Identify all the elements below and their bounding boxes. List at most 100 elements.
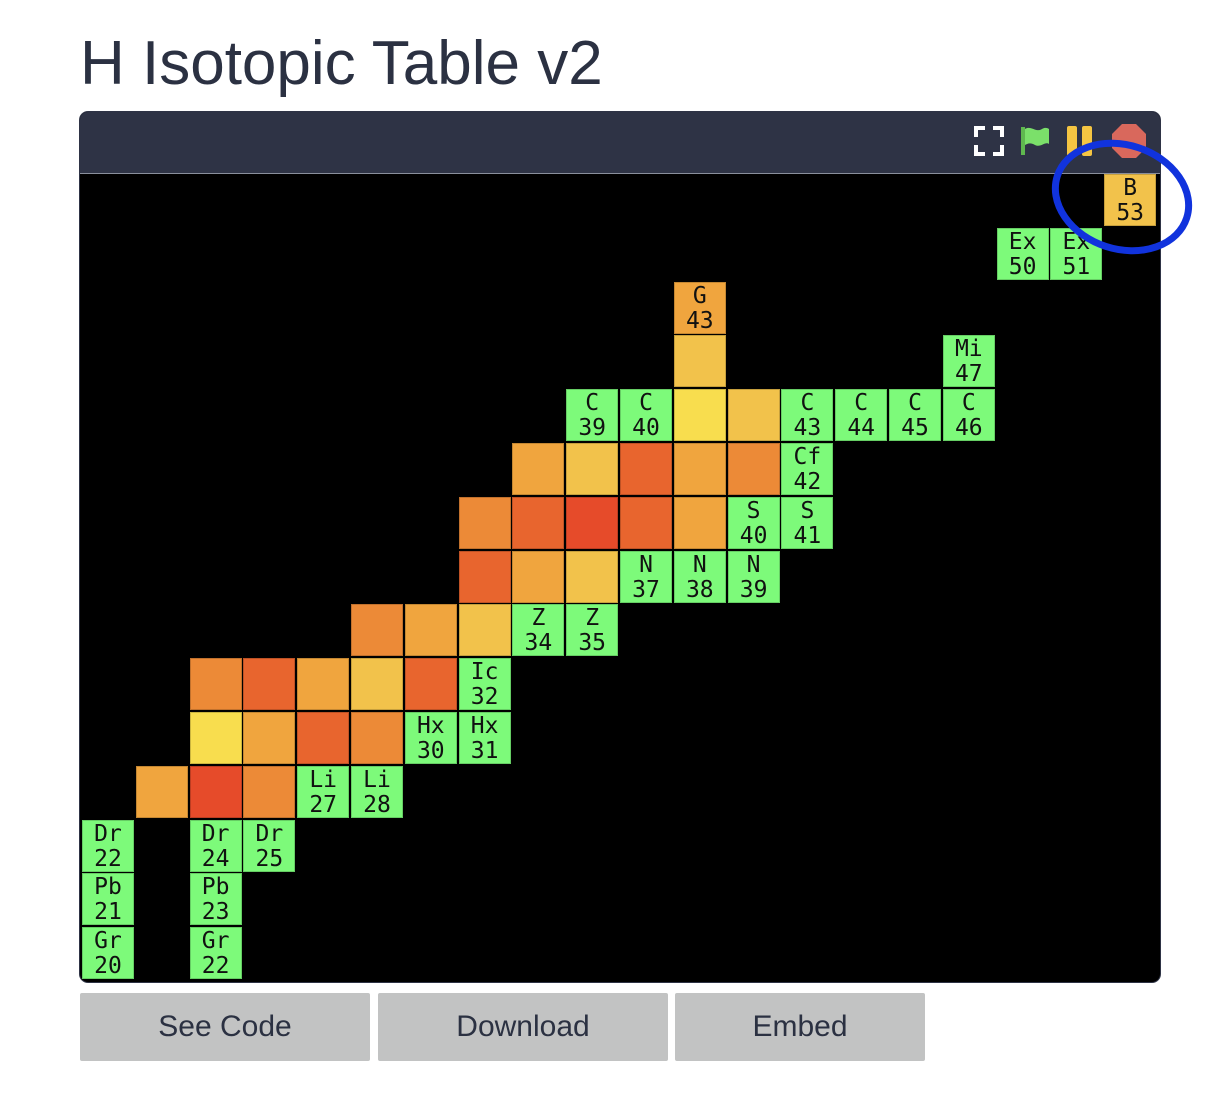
game-stage[interactable]: B 53 Ex 50 Ex 51 G 43 Mi 47 C 39 C 40 C 43 C 44 C 45 C 46 Cf 42… [82,174,1158,980]
isotope-number: 40 [739,522,768,549]
isotope-cell-li-28: Li 28 [351,765,403,818]
isotope-symbol: C [854,390,869,417]
isotope-cell [458,550,511,603]
isotope-symbol: Gr [94,928,122,955]
isotope-symbol: Hx [470,713,499,739]
isotope-cell-ex-51: Ex 51 [1050,227,1103,280]
isotope-cell [243,658,296,711]
isotope-number: 53 [1116,200,1145,226]
isotope-symbol: Mi [954,336,983,363]
embed-button[interactable]: Embed [675,993,925,1061]
isotope-number: 21 [94,899,122,926]
fullscreen-icon[interactable] [972,124,1006,158]
isotope-symbol: C [961,390,976,417]
isotope-cell [297,712,350,764]
isotope-cell [620,496,672,549]
isotope-cell-n-39: N 39 [727,550,780,603]
isotope-number: 27 [309,791,338,818]
player-controls-bar [80,112,1160,174]
isotope-cell-c-45: C 45 [889,389,941,442]
isotope-symbol: N [639,551,653,578]
isotope-cell [297,658,350,711]
isotope-symbol: Dr [201,820,230,847]
isotope-symbol: Pb [201,874,230,901]
isotope-cell [512,550,565,603]
isotope-symbol: Li [363,766,391,793]
isotope-number: 20 [94,953,122,980]
isotope-cell [404,658,457,711]
isotope-cell [189,712,242,764]
isotope-number: 41 [793,522,822,549]
isotope-cell-dr-24: Dr 24 [189,819,242,872]
isotope-cell [351,712,403,764]
isotope-cell-pb-23: Pb 23 [189,873,242,926]
isotope-cell-pb-21: Pb 21 [82,873,134,926]
isotope-symbol: B [1123,175,1138,201]
isotope-number: 50 [1008,253,1037,280]
isotope-cell [135,765,188,818]
isotope-cell-li-27: Li 27 [297,765,350,818]
isotope-number: 31 [470,738,499,764]
isotope-cell [566,550,619,603]
download-button[interactable]: Download [378,993,668,1061]
green-flag-icon[interactable] [1018,124,1052,158]
isotope-cell-c-44: C 44 [835,389,888,442]
isotope-symbol: C [585,390,600,417]
isotope-cell-c-40: C 40 [620,389,672,442]
isotope-cell [243,712,296,764]
isotope-cell-n-37: N 37 [620,550,672,603]
isotope-cell-s-41: S 41 [781,496,834,549]
isotope-cell-z-34: Z 34 [512,604,565,657]
isotope-cell [566,443,619,495]
isotope-cell-g-43: G 43 [673,281,726,334]
isotope-symbol: Ex [1062,228,1091,255]
isotope-number: 40 [632,415,660,442]
isotope-symbol: G [692,282,707,309]
isotope-number: 22 [94,845,122,872]
isotope-symbol: Ic [470,659,499,686]
pause-icon[interactable] [1064,124,1098,158]
isotope-number: 25 [255,845,284,872]
isotope-number: 35 [578,630,607,657]
isotope-cell [727,389,780,442]
isotope-cell [673,335,726,388]
isotope-symbol: C [908,390,922,417]
isotope-cell-c-46: C 46 [942,389,995,442]
see-code-button[interactable]: See Code [80,993,370,1061]
isotope-cell [512,443,565,495]
isotope-cell [620,443,672,495]
isotope-number: 43 [685,307,714,334]
isotope-number: 42 [793,469,822,495]
isotope-symbol: C [800,390,815,417]
isotope-cell [243,765,296,818]
project-player: B 53 Ex 50 Ex 51 G 43 Mi 47 C 39 C 40 C 43 C 44 C 45 C 46 Cf 42… [80,112,1160,982]
isotope-number: 37 [632,576,660,603]
isotope-symbol: Li [309,766,338,793]
stop-icon[interactable] [1110,124,1160,158]
isotope-cell-s-40: S 40 [727,496,780,549]
isotope-symbol: Dr [255,820,284,847]
isotope-cell-z-35: Z 35 [566,604,619,657]
isotope-cell-hx-31: Hx 31 [458,712,511,764]
isotope-number: 30 [416,738,445,764]
isotope-cell [189,765,242,818]
isotope-cell-dr-22: Dr 22 [82,819,134,872]
isotope-number: 32 [470,684,499,711]
isotope-symbol: Dr [94,820,122,847]
isotope-number: 34 [524,630,553,657]
isotope-number: 38 [685,576,714,603]
isotope-cell [404,604,457,657]
isotope-number: 45 [901,415,929,442]
isotope-symbol: N [746,551,761,578]
isotope-cell-b-53: B 53 [1104,174,1157,226]
isotope-number: 24 [201,845,230,872]
isotope-cell-n-38: N 38 [673,550,726,603]
isotope-cell-mi-47: Mi 47 [942,335,995,388]
isotope-symbol: Ex [1008,228,1037,255]
isotope-cell [727,443,780,495]
isotope-cell-c-39: C 39 [566,389,619,442]
isotope-number: 28 [363,791,391,818]
isotope-symbol: C [639,390,653,417]
isotope-number: 39 [739,576,768,603]
isotope-number: 46 [954,415,983,442]
